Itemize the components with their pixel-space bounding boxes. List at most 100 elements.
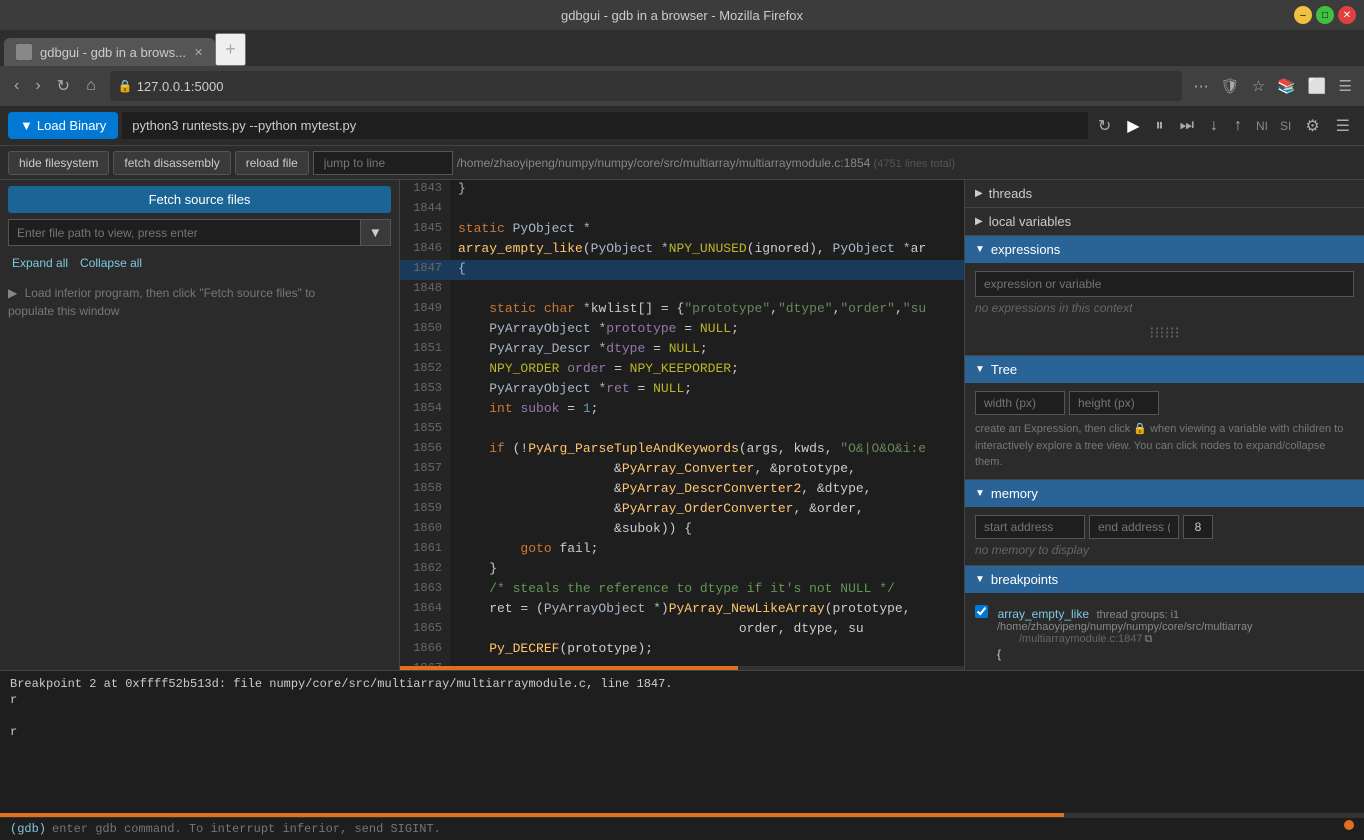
next-button[interactable]: ⏭ <box>1174 113 1200 139</box>
memory-start-input[interactable] <box>975 515 1085 539</box>
tab-bar: gdbgui - gdb in a brows... ✕ + <box>0 30 1364 66</box>
breakpoint-first-line: array_empty_like thread groups: i1 <box>975 605 1354 621</box>
code-line-1850: 1850 PyArrayObject *prototype = NULL; <box>400 320 964 340</box>
tree-content: create an Expression, then click 🔒 when … <box>965 383 1364 479</box>
pause-button[interactable]: ⏸ <box>1150 113 1170 139</box>
expressions-dots: ⁝⁝⁝⁝⁝⁝ <box>975 319 1354 347</box>
terminal-input-bar: (gdb) <box>0 817 1364 840</box>
line-content: } <box>450 560 964 580</box>
expressions-label: expressions <box>991 242 1060 257</box>
expand-all-button[interactable]: Expand all <box>8 254 72 272</box>
file-search-input[interactable] <box>8 219 361 246</box>
fetch-disassembly-button[interactable]: fetch disassembly <box>113 151 230 175</box>
bookmarks-library-button[interactable]: 📚 <box>1273 73 1300 99</box>
tab-close-button[interactable]: ✕ <box>194 46 203 59</box>
line-content: &PyArray_DescrConverter2, &dtype, <box>450 480 964 500</box>
code-line-1862: 1862 } <box>400 560 964 580</box>
line-number: 1854 <box>400 400 450 420</box>
memory-end-input[interactable] <box>1089 515 1179 539</box>
threads-header[interactable]: ▶ threads <box>965 180 1364 207</box>
line-content: &PyArray_Converter, &prototype, <box>450 460 964 480</box>
load-binary-button[interactable]: ▼ Load Binary <box>8 112 118 139</box>
code-line-1855: 1855 <box>400 420 964 440</box>
expressions-arrow-icon: ▼ <box>975 244 985 255</box>
expression-input[interactable] <box>975 271 1354 297</box>
hide-filesystem-button[interactable]: hide filesystem <box>8 151 109 175</box>
line-number: 1850 <box>400 320 450 340</box>
line-content: /* steals the reference to dtype if it's… <box>450 580 964 600</box>
memory-bytes-input[interactable] <box>1183 515 1213 539</box>
code-line-1858: 1858 &PyArray_DescrConverter2, &dtype, <box>400 480 964 500</box>
close-window-button[interactable]: ✕ <box>1338 6 1356 24</box>
line-number: 1846 <box>400 240 450 260</box>
breakpoint-item: array_empty_like thread groups: i1 /home… <box>975 601 1354 665</box>
expressions-hint: no expressions in this context <box>975 297 1354 319</box>
binary-command-input[interactable] <box>122 112 1088 139</box>
sidebar-toggle-button[interactable]: ⬜ <box>1304 73 1331 99</box>
threads-arrow-icon: ▶ <box>975 188 983 199</box>
code-scroll[interactable]: 1843 } 1844 1845 static PyObject * 1846 … <box>400 180 964 666</box>
breakpoint-thread: thread groups: i1 <box>1097 609 1180 621</box>
gdb-prompt: (gdb) <box>10 822 46 836</box>
address-input[interactable] <box>137 79 1174 94</box>
right-panel: ▶ threads ▶ local variables ▼ expression… <box>964 180 1364 670</box>
copy-icon[interactable]: ⧉ <box>1145 633 1153 646</box>
continue-button[interactable]: ▶ <box>1121 112 1145 140</box>
code-line-1856: 1856 if (!PyArg_ParseTupleAndKeywords(ar… <box>400 440 964 460</box>
bookmark-button[interactable]: ☆ <box>1248 73 1269 99</box>
hamburger-menu-button[interactable]: ☰ <box>1330 112 1356 140</box>
menu-button[interactable]: ☰ <box>1335 73 1356 99</box>
step-down-button[interactable]: ↓ <box>1204 113 1224 139</box>
new-tab-button[interactable]: + <box>215 33 246 66</box>
terminal-line-2: r <box>10 693 1354 707</box>
line-number: 1847 <box>400 260 450 280</box>
settings-button[interactable]: ⚙ <box>1299 112 1325 140</box>
more-options-button[interactable]: ⋯ <box>1190 73 1213 99</box>
reload-file-button[interactable]: reload file <box>235 151 309 175</box>
minimize-button[interactable]: – <box>1294 6 1312 24</box>
jump-to-line-input[interactable] <box>313 151 453 175</box>
memory-header[interactable]: ▼ memory <box>965 480 1364 507</box>
security-lock-icon: 🔒 <box>118 79 133 93</box>
refresh-button[interactable]: ↻ <box>51 72 76 100</box>
terminal-progress-fill <box>0 813 1064 817</box>
home-button[interactable]: ⌂ <box>80 73 102 99</box>
expressions-header[interactable]: ▼ expressions <box>965 236 1364 263</box>
gdb-command-input[interactable] <box>52 822 1354 836</box>
step-up-button[interactable]: ↑ <box>1228 113 1248 139</box>
back-button[interactable]: ‹ <box>8 73 25 99</box>
line-content: NPY_ORDER order = NPY_KEEPORDER; <box>450 360 964 380</box>
collapse-all-button[interactable]: Collapse all <box>76 254 146 272</box>
code-line-1847: 1847 { <box>400 260 964 280</box>
breakpoints-header[interactable]: ▼ breakpoints <box>965 566 1364 593</box>
forward-button[interactable]: › <box>29 73 46 99</box>
tree-header[interactable]: ▼ Tree <box>965 356 1364 383</box>
line-number: 1848 <box>400 280 450 300</box>
code-line-1853: 1853 PyArrayObject *ret = NULL; <box>400 380 964 400</box>
tree-width-input[interactable] <box>975 391 1065 415</box>
line-number: 1849 <box>400 300 450 320</box>
tree-height-input[interactable] <box>1069 391 1159 415</box>
tree-hint: create an Expression, then click 🔒 when … <box>975 421 1354 471</box>
maximize-button[interactable]: □ <box>1316 6 1334 24</box>
local-variables-header[interactable]: ▶ local variables <box>965 208 1364 235</box>
fetch-source-files-button[interactable]: Fetch source files <box>8 186 391 213</box>
tab-favicon <box>16 44 32 60</box>
line-number: 1855 <box>400 420 450 440</box>
pocket-button[interactable]: 🛡 <box>1217 73 1244 99</box>
line-number: 1851 <box>400 340 450 360</box>
address-bar-container: 🔒 <box>110 71 1182 101</box>
main-content: Fetch source files ▼ Expand all Collapse… <box>0 180 1364 670</box>
refresh-control-button[interactable]: ↻ <box>1092 112 1117 140</box>
line-number: 1856 <box>400 440 450 460</box>
file-search-dropdown-button[interactable]: ▼ <box>361 219 391 246</box>
filepath-text: /home/zhaoyipeng/numpy/numpy/core/src/mu… <box>457 156 871 170</box>
code-line-1849: 1849 static char *kwlist[] = {"prototype… <box>400 300 964 320</box>
line-content: ret = (PyArrayObject *)PyArray_NewLikeAr… <box>450 600 964 620</box>
load-binary-dropdown-icon: ▼ <box>20 118 33 133</box>
code-line-1851: 1851 PyArray_Descr *dtype = NULL; <box>400 340 964 360</box>
browser-chrome: gdbgui - gdb in a brows... ✕ + ‹ › ↻ ⌂ 🔒… <box>0 30 1364 106</box>
breakpoint-checkbox[interactable] <box>975 605 988 618</box>
tree-expand-icon: ▶ <box>8 286 17 300</box>
active-tab[interactable]: gdbgui - gdb in a brows... ✕ <box>4 38 215 66</box>
